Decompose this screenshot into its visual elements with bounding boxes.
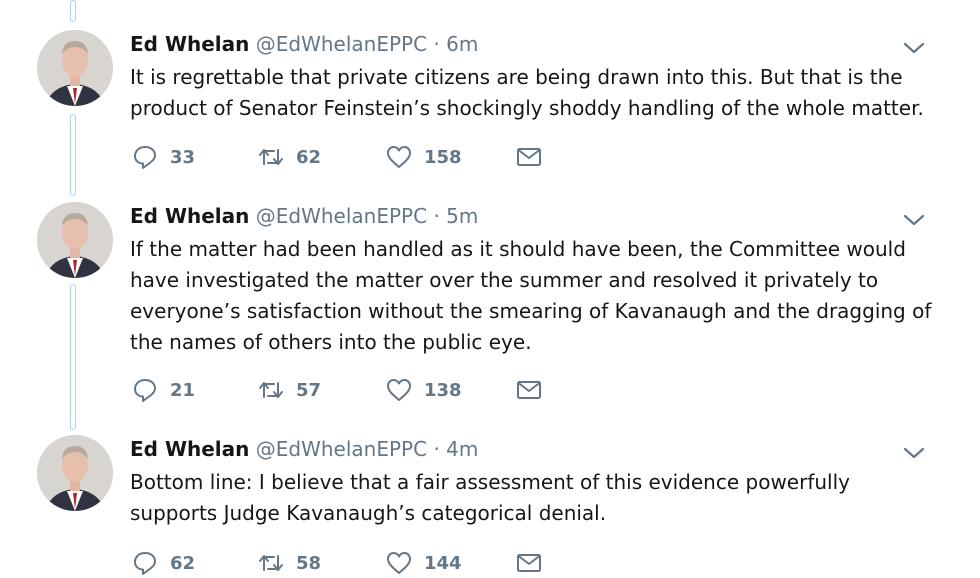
tweet[interactable]: Ed Whelan @EdWhelanEPPC · 4m Bottom line… (0, 435, 980, 575)
tweet-header: Ed Whelan @EdWhelanEPPC · 4m (130, 435, 478, 463)
reply-count: 62 (170, 552, 196, 574)
heart-icon (387, 379, 411, 401)
reply-icon (134, 146, 156, 169)
reply-button[interactable]: 21 (132, 376, 195, 404)
reply-icon (134, 379, 156, 402)
chevron-down-icon[interactable] (902, 38, 926, 58)
avatar[interactable] (37, 30, 113, 106)
direct-message-button[interactable] (516, 549, 554, 577)
retweet-button[interactable]: 57 (258, 376, 321, 404)
heart-icon (387, 146, 411, 168)
action-bar: 62 58 144 (130, 549, 830, 577)
reply-count: 21 (170, 379, 196, 401)
like-count: 138 (424, 379, 462, 401)
retweet-icon (259, 382, 283, 398)
chevron-down-icon[interactable] (902, 210, 926, 230)
tweet-text: It is regrettable that private citizens … (130, 65, 924, 120)
display-name[interactable]: Ed Whelan (130, 32, 249, 56)
reply-button[interactable]: 33 (132, 143, 195, 171)
tweet-header: Ed Whelan @EdWhelanEPPC · 5m (130, 202, 478, 230)
tweet-text: If the matter had been handled as it sho… (130, 237, 932, 354)
envelope-icon (517, 554, 541, 572)
action-bar: 33 62 158 (130, 143, 830, 171)
envelope-icon (517, 148, 541, 166)
display-name[interactable]: Ed Whelan (130, 204, 249, 228)
like-button[interactable]: 158 (386, 143, 462, 171)
tweet[interactable]: Ed Whelan @EdWhelanEPPC · 5m If the matt… (0, 202, 980, 402)
retweet-count: 57 (296, 379, 322, 401)
avatar[interactable] (37, 435, 113, 511)
user-handle[interactable]: @EdWhelanEPPC (256, 204, 427, 228)
display-name[interactable]: Ed Whelan (130, 437, 249, 461)
timestamp[interactable]: 6m (446, 32, 478, 56)
reply-button[interactable]: 62 (132, 549, 195, 577)
action-bar: 21 57 138 (130, 376, 830, 404)
like-count: 158 (424, 146, 462, 168)
reply-icon (134, 552, 156, 575)
user-handle[interactable]: @EdWhelanEPPC (256, 32, 427, 56)
tweet-header: Ed Whelan @EdWhelanEPPC · 6m (130, 30, 478, 58)
like-count: 144 (424, 552, 462, 574)
avatar[interactable] (37, 202, 113, 278)
separator-dot: · (433, 437, 440, 461)
direct-message-button[interactable] (516, 376, 554, 404)
like-button[interactable]: 144 (386, 549, 462, 577)
separator-dot: · (433, 204, 440, 228)
retweet-icon (259, 149, 283, 165)
timestamp[interactable]: 4m (446, 437, 478, 461)
timestamp[interactable]: 5m (446, 204, 478, 228)
separator-dot: · (433, 32, 440, 56)
like-button[interactable]: 138 (386, 376, 462, 404)
reply-count: 33 (170, 146, 196, 168)
tweet-text: Bottom line: I believe that a fair asses… (130, 470, 850, 525)
thread-line (70, 0, 76, 22)
retweet-icon (259, 555, 283, 571)
retweet-count: 62 (296, 146, 322, 168)
chevron-down-icon[interactable] (902, 443, 926, 463)
retweet-button[interactable]: 62 (258, 143, 321, 171)
envelope-icon (517, 381, 541, 399)
retweet-button[interactable]: 58 (258, 549, 321, 577)
direct-message-button[interactable] (516, 143, 554, 171)
retweet-count: 58 (296, 552, 322, 574)
user-handle[interactable]: @EdWhelanEPPC (256, 437, 427, 461)
tweet[interactable]: Ed Whelan @EdWhelanEPPC · 6m It is regre… (0, 30, 980, 180)
heart-icon (387, 552, 411, 574)
